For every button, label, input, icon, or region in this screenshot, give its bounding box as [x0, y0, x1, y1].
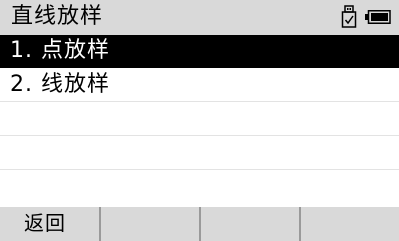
menu-row-empty — [0, 137, 399, 170]
softkey-3[interactable] — [199, 207, 299, 241]
title-bar: 直线放样 — [0, 0, 399, 35]
softkey-4[interactable] — [299, 207, 399, 241]
menu-row-empty — [0, 103, 399, 136]
usb-icon — [341, 5, 357, 28]
softkey-2[interactable] — [99, 207, 199, 241]
menu-item-line-stakeout[interactable]: 2. 线放样 — [0, 69, 399, 102]
device-screen: 直线放样 1. 点放样 2. 线放样 返回 — [0, 0, 399, 241]
softkey-bar: 返回 — [0, 207, 399, 241]
back-softkey[interactable]: 返回 — [0, 207, 99, 241]
menu-item-point-stakeout[interactable]: 1. 点放样 — [0, 35, 399, 68]
menu-item-label: 1. 点放样 — [10, 38, 110, 63]
back-softkey-label: 返回 — [24, 211, 66, 235]
battery-icon — [365, 10, 391, 24]
menu-list: 1. 点放样 2. 线放样 — [0, 35, 399, 207]
menu-row-empty — [0, 171, 399, 204]
menu-item-label: 2. 线放样 — [10, 72, 110, 97]
screen-title: 直线放样 — [11, 4, 104, 29]
